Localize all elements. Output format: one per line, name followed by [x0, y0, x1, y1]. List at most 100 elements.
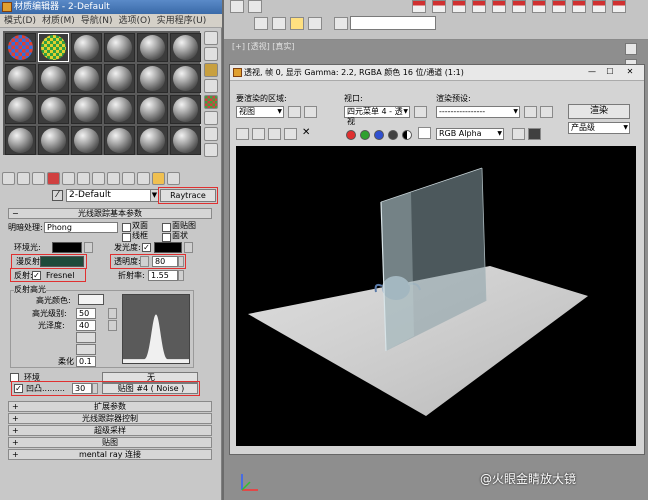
house-icon[interactable]: [552, 0, 566, 13]
spec-level-map-button[interactable]: [108, 308, 117, 319]
gear-icon[interactable]: [625, 43, 637, 55]
blue-channel-toggle[interactable]: [374, 130, 384, 140]
rollout-maps[interactable]: + 贴图: [8, 437, 212, 448]
save-image-icon[interactable]: [236, 128, 249, 140]
two-sided-checkbox[interactable]: [122, 223, 131, 232]
shading-dropdown[interactable]: Phong: [44, 222, 118, 233]
house-icon[interactable]: [612, 0, 626, 13]
assign-to-selection-icon[interactable]: [32, 171, 45, 185]
menu-material[interactable]: 材质(M): [42, 14, 75, 27]
toolbar-icon[interactable]: [248, 0, 262, 13]
soften-input[interactable]: 0.1: [76, 356, 96, 367]
put-to-library-icon[interactable]: [92, 171, 105, 185]
lock-viewport-icon[interactable]: [414, 106, 427, 118]
sample-slot[interactable]: [137, 95, 168, 124]
sample-slot[interactable]: [5, 64, 36, 93]
sample-slot[interactable]: [71, 95, 102, 124]
sample-slot[interactable]: [170, 95, 201, 124]
teapot-icon[interactable]: [308, 17, 322, 30]
render-output-image[interactable]: [236, 146, 636, 446]
luminosity-map-button[interactable]: [184, 242, 193, 253]
aniso-input[interactable]: [76, 332, 96, 343]
sample-slot[interactable]: [38, 126, 69, 155]
environment-effects-icon[interactable]: [540, 106, 553, 118]
house-icon[interactable]: [492, 0, 506, 13]
copy-image-icon[interactable]: [252, 128, 265, 140]
alpha-channel-toggle[interactable]: [388, 130, 398, 140]
sample-slot[interactable]: [5, 33, 36, 62]
gloss-input[interactable]: 40: [76, 320, 96, 331]
house-icon[interactable]: [572, 0, 586, 13]
menu-options[interactable]: 选项(O): [119, 14, 151, 27]
sample-type-icon[interactable]: [204, 31, 218, 45]
quality-dropdown[interactable]: 产品级 ▼: [568, 122, 630, 134]
go-forward-icon[interactable]: [167, 171, 180, 185]
red-channel-toggle[interactable]: [346, 130, 356, 140]
orientation-input[interactable]: [76, 344, 96, 355]
ior-spinner[interactable]: [178, 270, 184, 281]
sample-slot[interactable]: [38, 95, 69, 124]
sample-slot[interactable]: [104, 126, 135, 155]
sample-slot[interactable]: [71, 126, 102, 155]
light-bulb-icon[interactable]: [204, 63, 218, 77]
teapot-icon[interactable]: [254, 17, 268, 30]
green-channel-toggle[interactable]: [360, 130, 370, 140]
ambient-color-swatch[interactable]: [52, 242, 82, 253]
eyedropper-icon[interactable]: ⁄: [52, 190, 63, 201]
options-icon[interactable]: [204, 143, 218, 157]
material-id-icon[interactable]: [107, 171, 120, 185]
rollout-supersampling[interactable]: + 超级采样: [8, 425, 212, 436]
edit-region-icon[interactable]: [288, 106, 301, 118]
house-icon[interactable]: [592, 0, 606, 13]
sample-slot[interactable]: [170, 126, 201, 155]
sample-slot[interactable]: [71, 33, 102, 62]
show-end-result-icon[interactable]: [137, 171, 150, 185]
sample-slot[interactable]: [104, 64, 135, 93]
show-map-icon[interactable]: [122, 171, 135, 185]
copy-material-icon[interactable]: [62, 171, 75, 185]
mono-toggle[interactable]: [402, 130, 412, 140]
rollout-basic-params[interactable]: − 光线跟踪基本参数: [8, 208, 212, 219]
render-setup-icon[interactable]: [524, 106, 537, 118]
render-window-titlebar[interactable]: 透视, 帧 0, 显示 Gamma: 2.2, RGBA 颜色 16 位/通道 …: [230, 65, 644, 81]
wire-checkbox[interactable]: [122, 233, 131, 242]
menu-utilities[interactable]: 实用程序(U): [157, 14, 207, 27]
clear-icon[interactable]: ✕: [302, 128, 310, 138]
sample-slot[interactable]: [38, 33, 69, 62]
face-map-checkbox[interactable]: [162, 223, 171, 232]
spec-color-swatch[interactable]: [78, 294, 104, 305]
uv-tiling-icon[interactable]: [204, 111, 218, 125]
put-to-scene-icon[interactable]: [17, 171, 30, 185]
sample-slot[interactable]: [5, 126, 36, 155]
minimize-icon[interactable]: —: [586, 67, 598, 78]
go-to-parent-icon[interactable]: [152, 171, 165, 185]
luminosity-color-swatch[interactable]: [154, 242, 182, 253]
ior-input[interactable]: 1.55: [148, 270, 178, 281]
rollout-extended-params[interactable]: + 扩展参数: [8, 401, 212, 412]
sample-slot[interactable]: [38, 64, 69, 93]
checker-background-icon[interactable]: [204, 95, 218, 109]
house-icon[interactable]: [512, 0, 526, 13]
house-icon[interactable]: [472, 0, 486, 13]
sample-slot[interactable]: [71, 64, 102, 93]
render-setup-icon[interactable]: [334, 17, 348, 30]
house-icon[interactable]: [452, 0, 466, 13]
video-check-icon[interactable]: [204, 127, 218, 141]
spec-level-input[interactable]: 50: [76, 308, 96, 319]
backlight-icon[interactable]: [204, 47, 218, 61]
faceted-checkbox[interactable]: [162, 233, 171, 242]
house-icon[interactable]: [432, 0, 446, 13]
rollout-raytracer-controls[interactable]: + 光线跟踪器控制: [8, 413, 212, 424]
house-icon[interactable]: [532, 0, 546, 13]
auto-region-icon[interactable]: [304, 106, 317, 118]
luminosity-checkbox[interactable]: ✓: [142, 243, 151, 252]
sample-slot[interactable]: [137, 126, 168, 155]
sample-slot[interactable]: [104, 33, 135, 62]
display-alpha-icon[interactable]: [528, 128, 541, 140]
sample-slot[interactable]: [137, 64, 168, 93]
background-icon[interactable]: [204, 79, 218, 93]
channel-dropdown[interactable]: RGB Alpha ▼: [436, 128, 504, 140]
render-button[interactable]: 渲染: [568, 104, 630, 119]
rollout-mental-ray[interactable]: + mental ray 连接: [8, 449, 212, 460]
menu-navigation[interactable]: 导航(N): [81, 14, 113, 27]
